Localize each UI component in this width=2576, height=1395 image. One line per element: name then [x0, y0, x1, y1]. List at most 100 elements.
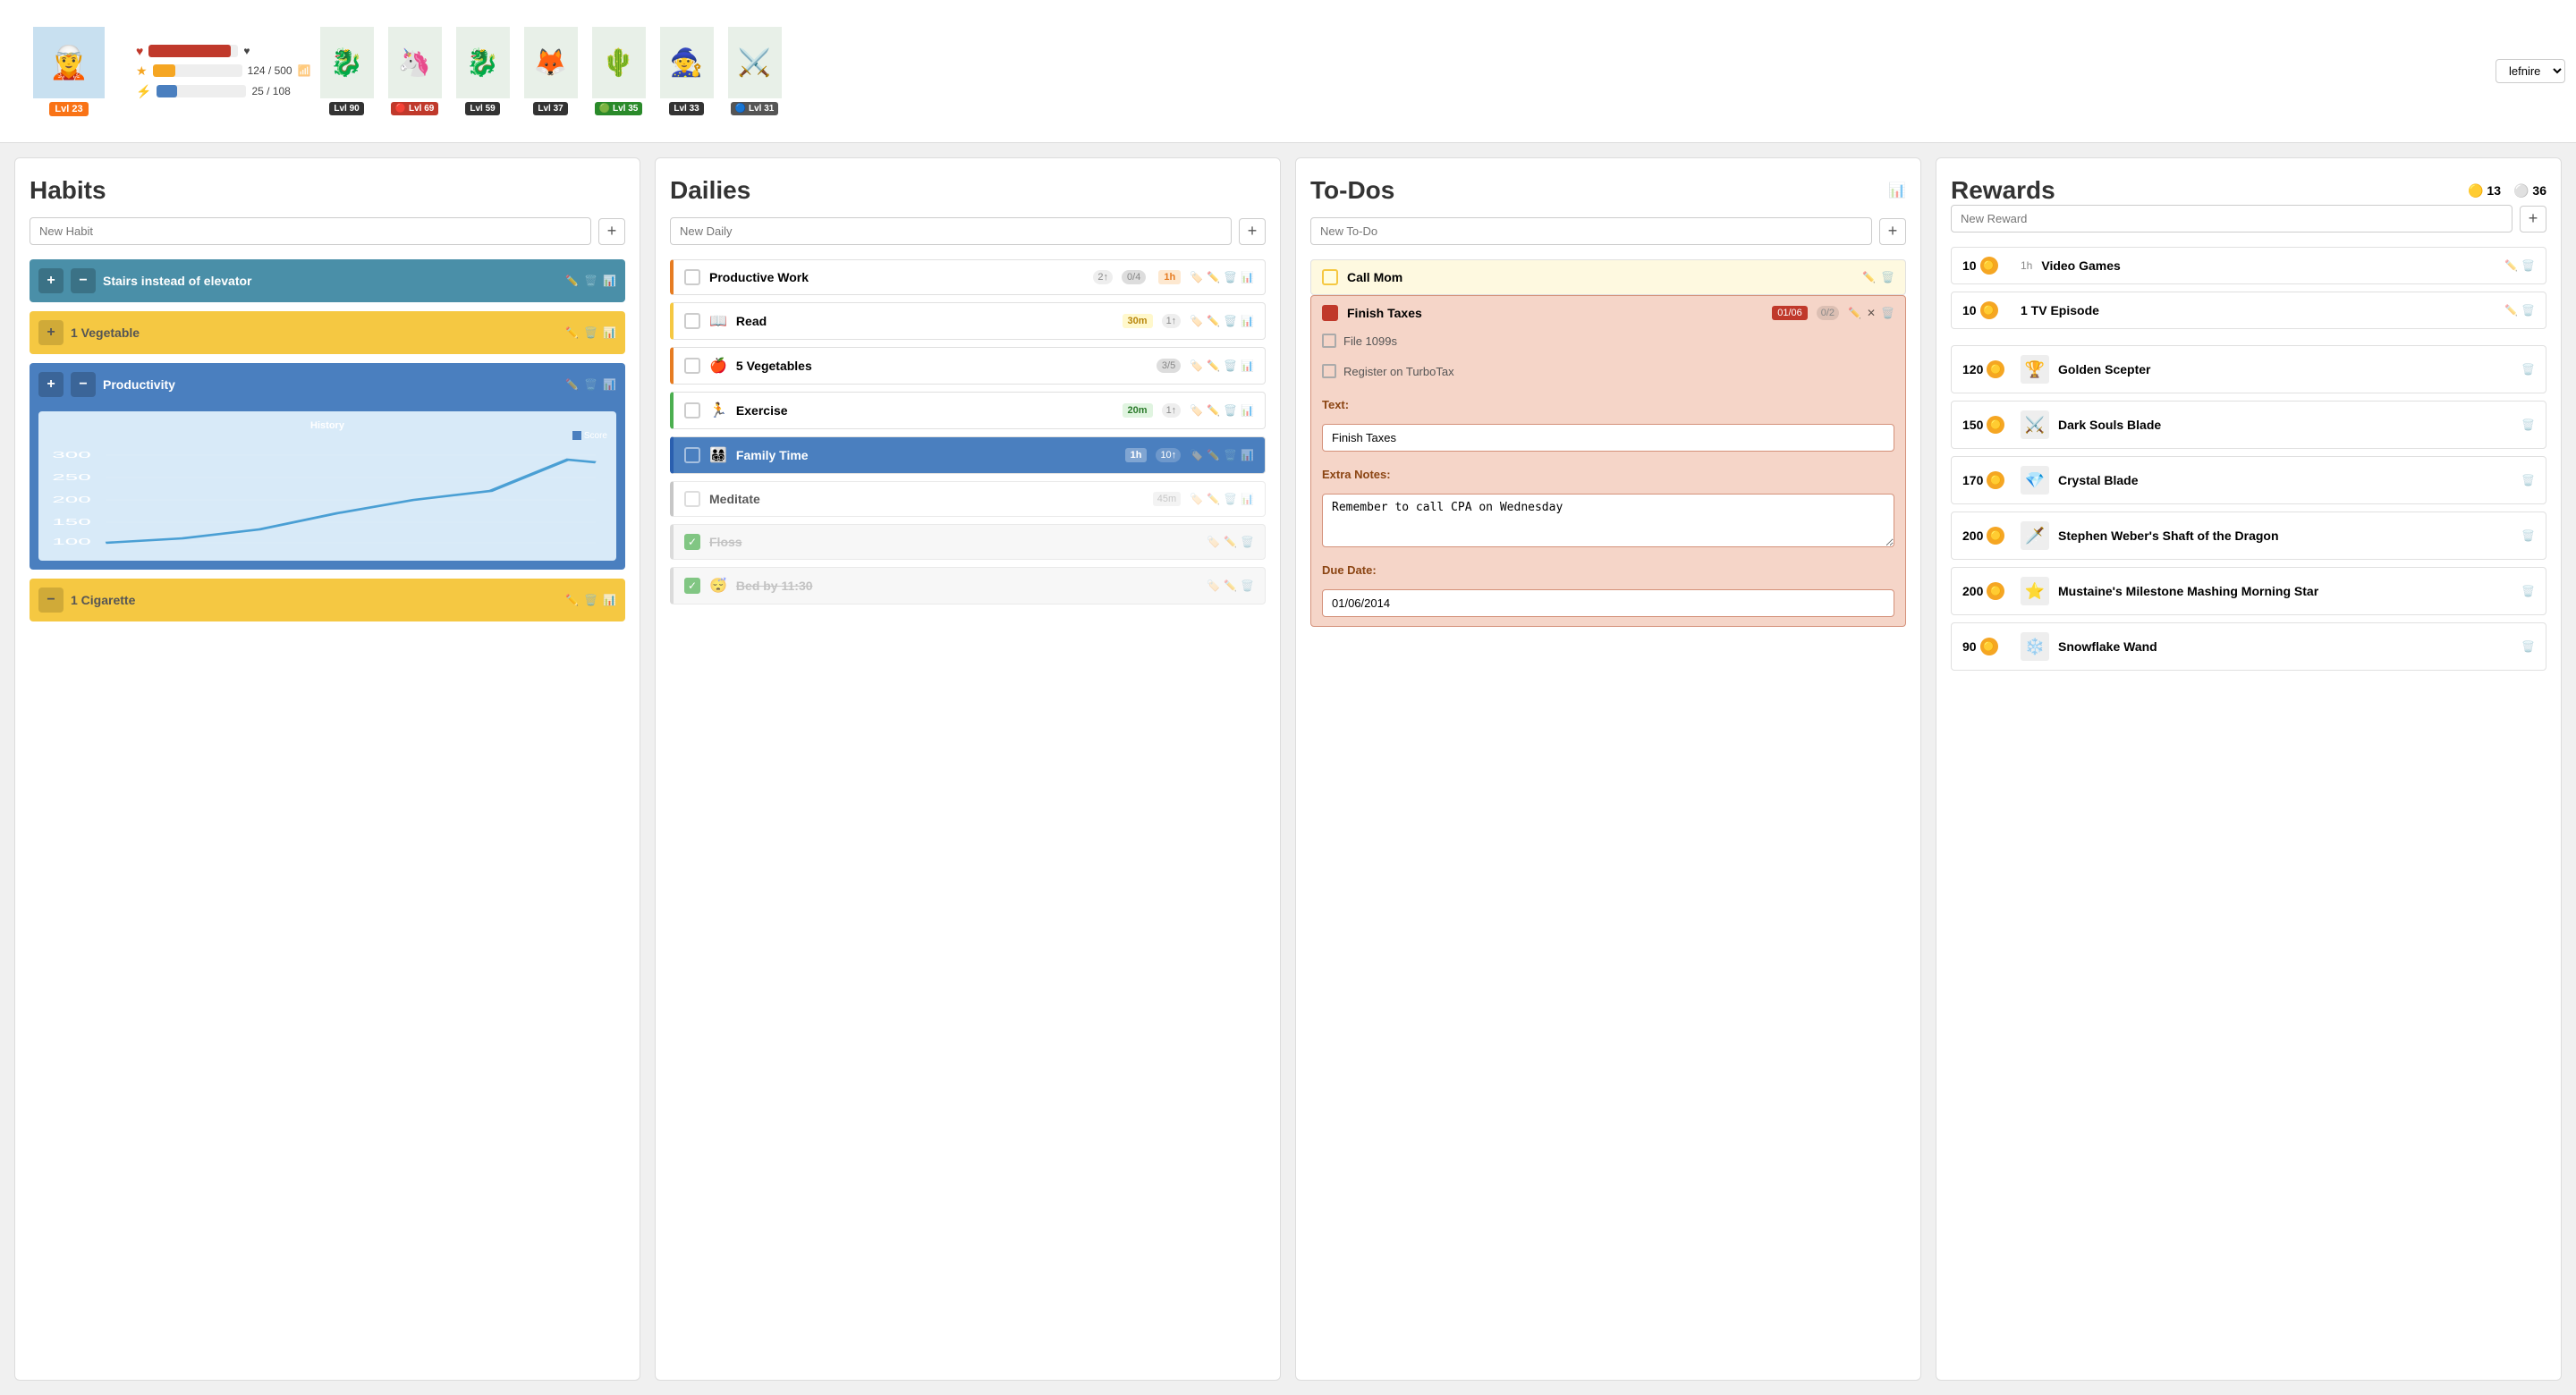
edit-icon[interactable]: ✏️: [2504, 304, 2518, 317]
edit-icon[interactable]: ✏️: [1207, 493, 1220, 505]
todo-checkbox[interactable]: [1322, 269, 1338, 285]
delete-icon[interactable]: 🗑️: [2521, 585, 2535, 597]
daily-item: 🏃 Exercise 20m 1↑ 🏷️ ✏️ 🗑️ 📊: [670, 392, 1266, 429]
stats-icon[interactable]: 📊: [603, 594, 616, 606]
subtask-checkbox[interactable]: [1322, 334, 1336, 348]
stats-icon[interactable]: 📊: [603, 378, 616, 391]
todo-notes-input[interactable]: Remember to call CPA on Wednesday: [1322, 494, 1894, 547]
todo-checkbox[interactable]: [1322, 305, 1338, 321]
habit-plus-button[interactable]: +: [38, 268, 64, 293]
edit-icon[interactable]: ✏️: [565, 275, 579, 287]
delete-icon[interactable]: 🗑️: [2521, 259, 2535, 272]
edit-icon[interactable]: ✏️: [1207, 449, 1220, 461]
stats-icon[interactable]: 📊: [603, 326, 616, 339]
daily-checkbox[interactable]: ✓: [684, 534, 700, 550]
reward-name: Snowflake Wand: [2058, 639, 2512, 654]
delete-icon[interactable]: 🗑️: [1224, 449, 1237, 461]
daily-checkbox[interactable]: [684, 402, 700, 418]
delete-icon[interactable]: 🗑️: [2521, 418, 2535, 431]
delete-icon[interactable]: 🗑️: [1241, 579, 1254, 592]
edit-icon[interactable]: ✏️: [565, 594, 579, 606]
todo-date-input[interactable]: [1322, 589, 1894, 617]
user-dropdown[interactable]: lefnire: [2496, 59, 2565, 83]
habit-plus-button[interactable]: +: [38, 320, 64, 345]
delete-icon[interactable]: 🗑️: [2521, 474, 2535, 486]
daily-emoji: 👨‍👩‍👧‍👦: [709, 446, 727, 464]
daily-emoji: 🍎: [709, 357, 727, 375]
delete-icon[interactable]: 🗑️: [1241, 536, 1254, 548]
delete-icon[interactable]: 🗑️: [2521, 640, 2535, 653]
habit-minus-button[interactable]: −: [71, 268, 96, 293]
daily-count: 0/4: [1122, 270, 1146, 284]
stats-icon[interactable]: 📊: [1241, 315, 1254, 327]
add-reward-button[interactable]: +: [2520, 206, 2546, 232]
tag-icon[interactable]: 🏷️: [1190, 271, 1203, 283]
svg-text:150: 150: [52, 517, 91, 527]
reward-item: 200 🟡 ⭐ Mustaine's Milestone Mashing Mor…: [1951, 567, 2546, 615]
tag-icon[interactable]: 🏷️: [1207, 536, 1220, 548]
edit-icon[interactable]: ✏️: [1207, 315, 1220, 327]
hp-icon: ♥: [136, 44, 143, 58]
habit-name: Stairs instead of elevator: [103, 274, 558, 288]
chart-title: History: [47, 420, 607, 431]
daily-checkbox[interactable]: [684, 358, 700, 374]
stats-icon[interactable]: 📊: [1241, 271, 1254, 283]
stats-icon[interactable]: 📊: [1241, 359, 1254, 372]
edit-icon[interactable]: ✏️: [1207, 404, 1220, 417]
delete-icon[interactable]: 🗑️: [584, 326, 597, 339]
delete-icon[interactable]: 🗑️: [2521, 363, 2535, 376]
habit-minus-button[interactable]: −: [71, 372, 96, 397]
delete-icon[interactable]: 🗑️: [584, 594, 597, 606]
delete-icon[interactable]: 🗑️: [2521, 304, 2535, 317]
tag-icon[interactable]: 🏷️: [1190, 315, 1203, 327]
daily-checkbox[interactable]: [684, 313, 700, 329]
edit-icon[interactable]: ✏️: [1224, 536, 1237, 548]
edit-icon[interactable]: ✏️: [1207, 359, 1220, 372]
stats-icon[interactable]: 📊: [1241, 449, 1254, 461]
delete-icon[interactable]: 🗑️: [1224, 315, 1237, 327]
stats-icon[interactable]: 📊: [603, 275, 616, 287]
delete-icon[interactable]: 🗑️: [1224, 493, 1237, 505]
subtask-checkbox[interactable]: [1322, 364, 1336, 378]
delete-icon[interactable]: 🗑️: [1224, 359, 1237, 372]
edit-icon[interactable]: ✏️: [2504, 259, 2518, 272]
edit-icon[interactable]: ✏️: [1848, 307, 1861, 319]
edit-icon[interactable]: ✏️: [1224, 579, 1237, 592]
tag-icon[interactable]: 🏷️: [1207, 579, 1220, 592]
delete-icon[interactable]: 🗑️: [584, 378, 597, 391]
delete-icon[interactable]: 🗑️: [1224, 271, 1237, 283]
new-todo-input[interactable]: [1310, 217, 1872, 245]
stats-icon[interactable]: 📊: [1241, 404, 1254, 417]
tag-icon[interactable]: 🏷️: [1190, 359, 1203, 372]
edit-icon[interactable]: ✏️: [1207, 271, 1220, 283]
user-avatar: 🧝: [33, 27, 105, 98]
stats-icon[interactable]: 📊: [1888, 182, 1906, 199]
delete-icon[interactable]: 🗑️: [2521, 529, 2535, 542]
edit-icon[interactable]: ✏️: [1862, 271, 1876, 283]
add-habit-button[interactable]: +: [598, 218, 625, 245]
daily-checkbox[interactable]: [684, 269, 700, 285]
habit-actions: ✏️ 🗑️ 📊: [565, 326, 616, 339]
delete-icon[interactable]: 🗑️: [1881, 271, 1894, 283]
tag-icon[interactable]: 🏷️: [1190, 404, 1203, 417]
add-todo-button[interactable]: +: [1879, 218, 1906, 245]
delete-icon[interactable]: 🗑️: [584, 275, 597, 287]
add-daily-button[interactable]: +: [1239, 218, 1266, 245]
new-daily-input[interactable]: [670, 217, 1232, 245]
tag-icon[interactable]: 🏷️: [1190, 493, 1203, 505]
delete-icon[interactable]: 🗑️: [1881, 307, 1894, 319]
daily-checkbox[interactable]: [684, 447, 700, 463]
daily-checkbox[interactable]: ✓: [684, 578, 700, 594]
tag-icon[interactable]: 🏷️: [1190, 449, 1203, 461]
stats-icon[interactable]: 📊: [1241, 493, 1254, 505]
delete-icon[interactable]: 🗑️: [1224, 404, 1237, 417]
daily-checkbox[interactable]: [684, 491, 700, 507]
edit-icon[interactable]: ✏️: [565, 378, 579, 391]
new-habit-input[interactable]: [30, 217, 591, 245]
new-reward-input[interactable]: [1951, 205, 2512, 232]
close-icon[interactable]: ✕: [1867, 307, 1876, 319]
todo-text-input[interactable]: [1322, 424, 1894, 452]
edit-icon[interactable]: ✏️: [565, 326, 579, 339]
habit-minus-button[interactable]: −: [38, 588, 64, 613]
habit-plus-button[interactable]: +: [38, 372, 64, 397]
